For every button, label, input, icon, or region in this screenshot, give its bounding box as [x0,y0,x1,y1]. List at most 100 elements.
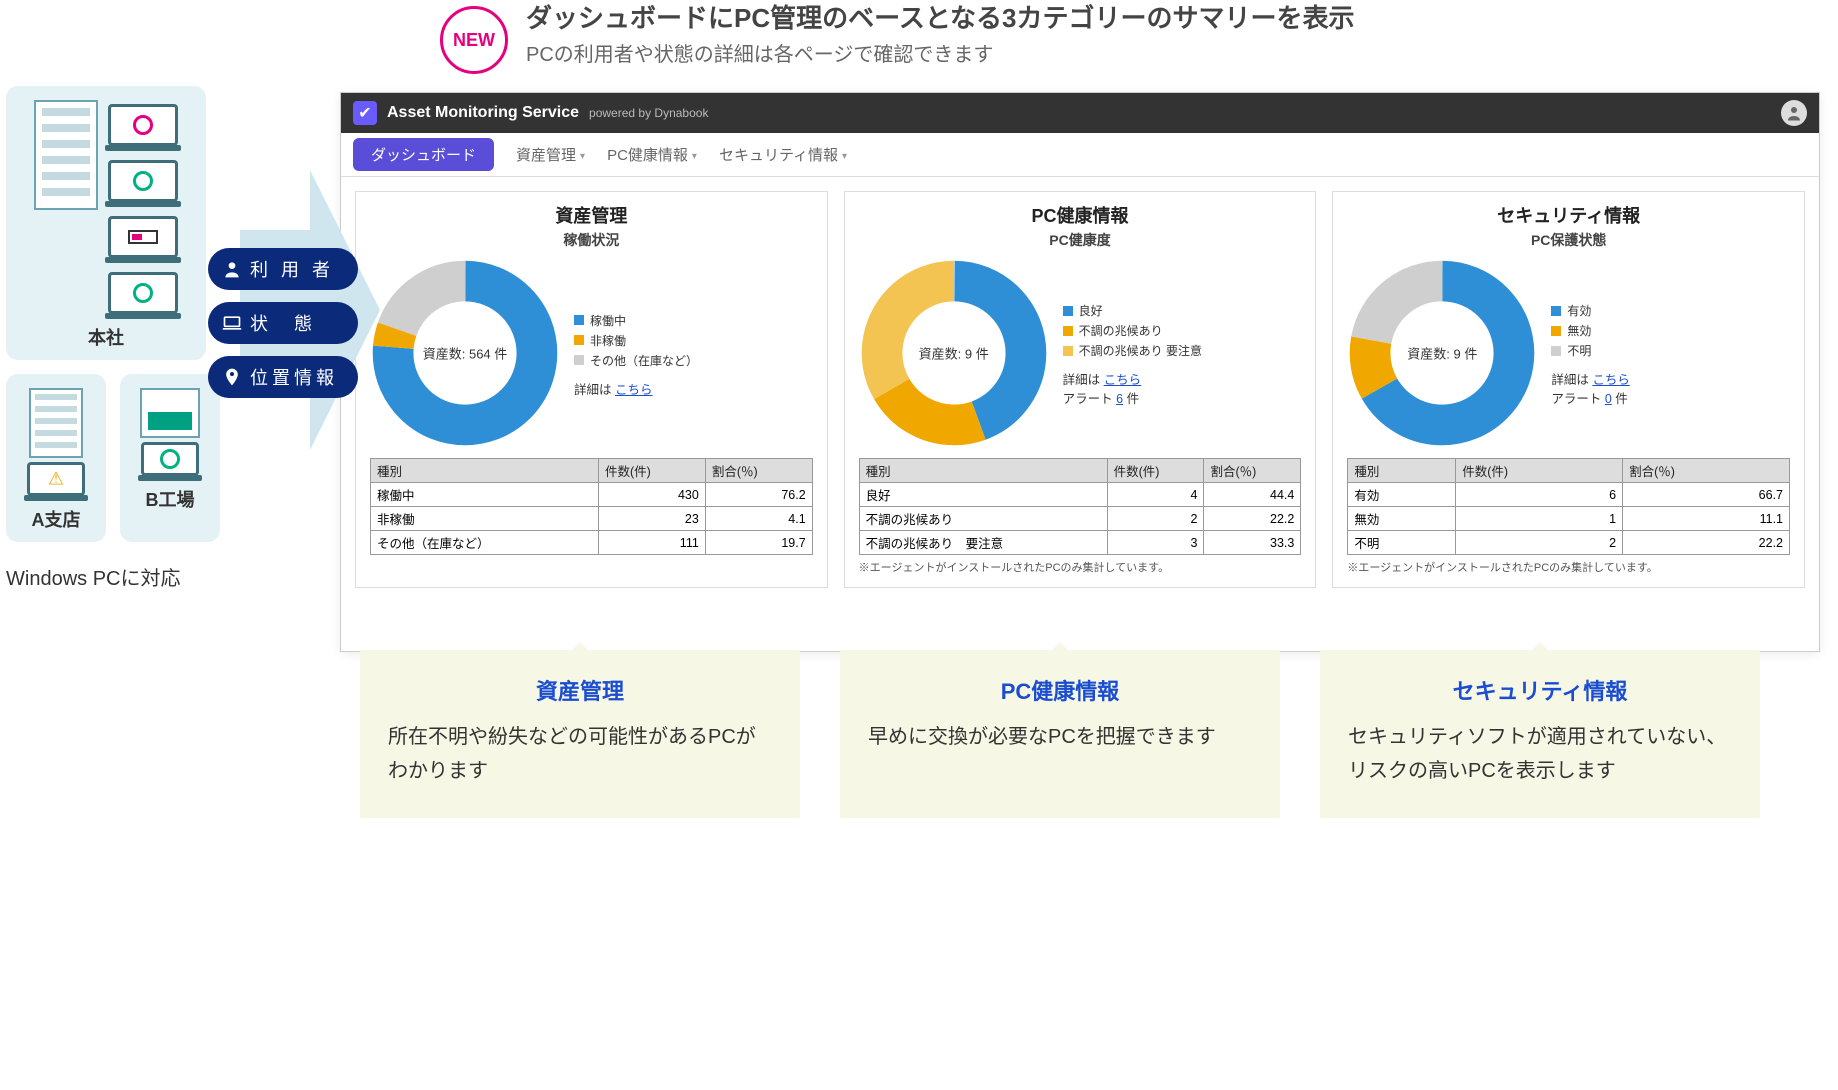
callout-asset-body: 所在不明や紛失などの可能性があるPCがわかります [388,720,772,788]
health-note: ※エージェントがインストールされたPCのみ集計しています。 [859,559,1302,575]
card-health: PC健康情報 PC健康度 資産数: 9 件 良好 不調の兆候あり [844,191,1317,588]
menu-security[interactable]: セキュリティ情報 [719,144,847,165]
pill-user-label: 利 用 者 [250,256,334,282]
legend-item: 不明 [1567,342,1591,359]
table-row: 非稼働234.1 [371,507,813,531]
card-health-subtitle: PC健康度 [859,230,1302,250]
callout-health-body: 早めに交換が必要なPCを把握できます [868,720,1252,754]
factory-b-label: B工場 [146,486,195,512]
detail-prefix: 詳細は [1551,373,1592,387]
health-donut-chart: 資産数: 9 件 [859,258,1049,448]
asset-donut-chart: 資産数: 564 件 [370,258,560,448]
hq-building-icon [34,100,98,210]
table-row: 無効111.1 [1348,507,1790,531]
pill-state-label: 状 態 [250,310,316,336]
legend-item: 稼働中 [590,312,626,329]
alert-prefix: アラート [1063,392,1116,406]
detail-prefix: 詳細は [574,383,615,397]
health-table: 種別件数(件)割合(％) 良好444.4 不調の兆候あり222.2 不調の兆候あ… [859,458,1302,555]
th: 件数(件) [1107,459,1204,483]
hq-label: 本社 [88,324,124,350]
security-donut-center: 資産数: 9 件 [1407,344,1477,363]
user-icon [222,259,242,279]
pill-user: 利 用 者 [208,248,358,290]
callouts: 資産管理 所在不明や紛失などの可能性があるPCがわかります PC健康情報 早めに… [360,650,1760,818]
chevron-down-icon [580,146,585,163]
factory-icon [140,388,200,438]
laptop-icon: ⚠ [27,462,85,496]
th: 種別 [1348,459,1456,483]
table-row: 不調の兆候あり222.2 [859,507,1301,531]
security-detail-link[interactable]: こちら [1592,373,1630,387]
table-row: 不調の兆候あり 要注意333.3 [859,531,1301,555]
menu-security-label: セキュリティ情報 [719,144,838,165]
dashboard-app: ✔ Asset Monitoring Service powered by Dy… [340,92,1820,652]
app-logo-icon: ✔ [353,101,377,125]
pin-icon [222,367,242,387]
security-table: 種別件数(件)割合(％) 有効666.7 無効111.1 不明222.2 [1347,458,1790,555]
legend-item: 不調の兆候あり [1079,322,1163,339]
card-security: セキュリティ情報 PC保護状態 資産数: 9 件 有効 無効 [1332,191,1805,588]
chevron-down-icon [842,146,847,163]
legend-item: 良好 [1079,302,1103,319]
asset-legend: 稼働中 非稼働 その他（在庫など） [574,312,698,369]
laptop-icon [108,216,178,258]
table-row: 良好444.4 [859,483,1301,507]
detail-prefix: 詳細は [1063,373,1104,387]
account-icon[interactable] [1781,100,1807,126]
table-row: その他（在庫など）11119.7 [371,531,813,555]
card-security-title: セキュリティ情報 [1347,202,1790,228]
app-name: Asset Monitoring Service [387,104,579,122]
callout-security-body: セキュリティソフトが適用されていない、リスクの高いPCを表示します [1348,720,1732,788]
pill-state: 状 態 [208,302,358,344]
security-note: ※エージェントがインストールされたPCのみ集計しています。 [1347,559,1790,575]
asset-donut-center: 資産数: 564 件 [423,344,508,363]
card-health-title: PC健康情報 [859,202,1302,228]
chevron-down-icon [692,146,697,163]
windows-note: Windows PCに対応 [6,562,336,591]
menu-asset[interactable]: 資産管理 [516,144,585,165]
card-asset-subtitle: 稼働状況 [370,230,813,250]
pill-location: 位置情報 [208,356,358,398]
security-donut-chart: 資産数: 9 件 [1347,258,1537,448]
laptop-icon [141,442,199,476]
menu-health-label: PC健康情報 [607,144,688,165]
table-row: 稼働中43076.2 [371,483,813,507]
headline-title: ダッシュボードにPC管理のベースとなる3カテゴリーのサマリーを表示 [526,0,1355,36]
callout-asset-title: 資産管理 [388,674,772,706]
legend-item: 有効 [1567,302,1591,319]
alert-prefix: アラート [1551,392,1604,406]
headline-subtitle: PCの利用者や状態の詳細は各ページで確認できます [526,38,1355,67]
menu-asset-label: 資産管理 [516,144,576,165]
th: 割合(％) [1623,459,1790,483]
callout-security: セキュリティ情報 セキュリティソフトが適用されていない、リスクの高いPCを表示し… [1320,650,1760,818]
security-alert-link[interactable]: 0 [1605,392,1612,406]
callout-security-title: セキュリティ情報 [1348,674,1732,706]
th: 割合(％) [705,459,812,483]
menu-health[interactable]: PC健康情報 [607,144,697,165]
pill-location-label: 位置情報 [250,364,338,390]
card-asset-title: 資産管理 [370,202,813,228]
callout-health-title: PC健康情報 [868,674,1252,706]
menu-dashboard-button[interactable]: ダッシュボード [353,138,494,171]
branch-a-label: A支店 [32,506,81,532]
branch-building-icon [29,388,83,458]
card-asset: 資産管理 稼働状況 資産数: 564 件 稼働中 非稼働 [355,191,828,588]
app-titlebar: ✔ Asset Monitoring Service powered by Dy… [341,93,1819,133]
laptop-icon [222,313,242,333]
laptop-icon [108,272,178,314]
asset-table: 種別件数(件)割合(％) 稼働中43076.2 非稼働234.1 その他（在庫な… [370,458,813,555]
health-detail-link[interactable]: こちら [1104,373,1142,387]
callout-asset: 資産管理 所在不明や紛失などの可能性があるPCがわかります [360,650,800,818]
legend-item: 非稼働 [590,332,626,349]
alert-suffix: 件 [1123,392,1139,406]
legend-item: 無効 [1567,322,1591,339]
app-powered-by: powered by Dynabook [589,106,708,120]
laptop-icon [108,104,178,146]
app-menu: ダッシュボード 資産管理 PC健康情報 セキュリティ情報 [341,133,1819,177]
new-badge: NEW [440,6,508,74]
headline: NEW ダッシュボードにPC管理のベースとなる3カテゴリーのサマリーを表示 PC… [440,0,1355,74]
table-row: 不明222.2 [1348,531,1790,555]
laptop-icon [108,160,178,202]
asset-detail-link[interactable]: こちら [615,383,653,397]
